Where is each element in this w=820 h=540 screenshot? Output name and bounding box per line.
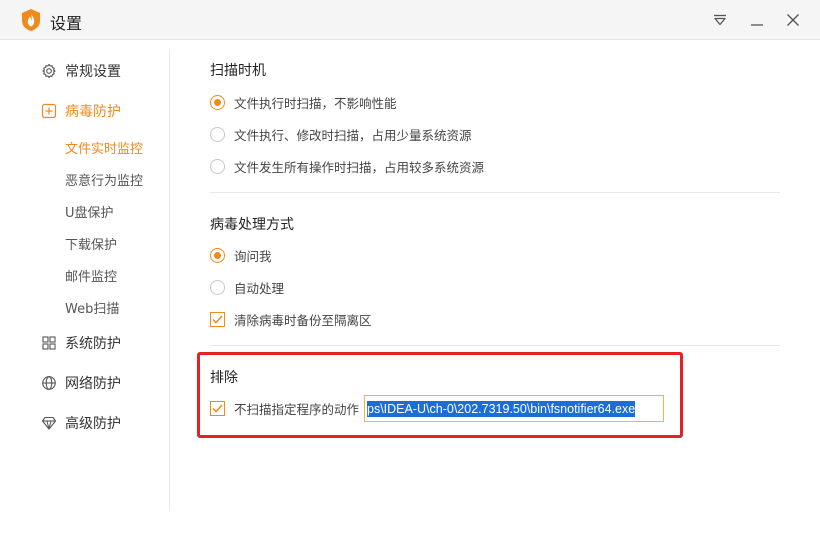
close-button[interactable] xyxy=(781,8,805,32)
radio-button[interactable] xyxy=(210,127,225,142)
radio-button[interactable] xyxy=(210,159,225,174)
settings-panel: 扫描时机 文件执行时扫描，不影响性能 文件执行、修改时扫描，占用少量系统资源 文… xyxy=(170,40,820,540)
checkbox-label: 不扫描指定程序的动作 xyxy=(234,402,360,417)
checkbox-checked[interactable] xyxy=(210,401,225,416)
plus-shield-icon xyxy=(40,102,58,120)
check-icon xyxy=(212,404,223,413)
app-logo-icon xyxy=(22,9,40,31)
radio-button-selected[interactable] xyxy=(210,95,225,110)
sidebar-subitem-usb-protection[interactable]: U盘保护 xyxy=(65,202,114,221)
sidebar-item-system-protection[interactable]: 系统防护 xyxy=(40,331,121,355)
diamond-icon xyxy=(40,414,58,432)
radio-label: 文件发生所有操作时扫描，占用较多系统资源 xyxy=(234,160,485,175)
title-bar: 设置 xyxy=(0,0,820,40)
radio-button[interactable] xyxy=(210,280,225,295)
radio-scan-on-execute[interactable]: 文件执行时扫描，不影响性能 xyxy=(210,93,397,112)
radio-label: 自动处理 xyxy=(234,281,285,296)
sidebar-item-label: 系统防护 xyxy=(65,336,121,352)
radio-label: 询问我 xyxy=(234,249,272,264)
menu-dropdown-button[interactable] xyxy=(708,8,732,32)
sidebar-subitem-web-scan[interactable]: Web扫描 xyxy=(65,298,119,317)
excluded-program-path-input[interactable]: ps\IDEA-U\ch-0\202.7319.50\bin\fsnotifie… xyxy=(364,395,664,422)
section-title-scan-timing: 扫描时机 xyxy=(210,63,266,79)
sidebar-subitem-mail-monitor[interactable]: 邮件监控 xyxy=(65,266,117,285)
checkbox-label: 清除病毒时备份至隔离区 xyxy=(234,313,372,328)
sidebar-item-label: 网络防护 xyxy=(65,376,121,392)
radio-label: 文件执行时扫描，不影响性能 xyxy=(234,96,397,111)
sidebar-subitem-behavior-monitor[interactable]: 恶意行为监控 xyxy=(65,170,143,189)
gear-icon xyxy=(40,62,58,80)
checkbox-backup-to-quarantine[interactable]: 清除病毒时备份至隔离区 xyxy=(210,310,372,329)
radio-scan-on-execute-modify[interactable]: 文件执行、修改时扫描，占用少量系统资源 xyxy=(210,125,472,144)
checkbox-checked[interactable] xyxy=(210,312,225,327)
sidebar-item-virus-protection[interactable]: 病毒防护 xyxy=(40,99,121,123)
sidebar-item-network-protection[interactable]: 网络防护 xyxy=(40,371,121,395)
radio-button-selected[interactable] xyxy=(210,248,225,263)
close-icon xyxy=(787,14,799,26)
dropdown-triangle-icon xyxy=(714,14,726,26)
section-title-virus-handling: 病毒处理方式 xyxy=(210,217,294,233)
section-divider xyxy=(210,192,780,193)
sidebar-item-label: 病毒防护 xyxy=(65,104,121,120)
radio-scan-on-all-operations[interactable]: 文件发生所有操作时扫描，占用较多系统资源 xyxy=(210,157,484,176)
minimize-button[interactable] xyxy=(745,8,769,32)
sidebar: 常规设置 病毒防护 文件实时监控 恶意行为监控 U盘保护 下载保护 邮件监控 W… xyxy=(0,40,170,540)
section-title-exclusion: 排除 xyxy=(210,370,238,386)
sidebar-item-advanced-protection[interactable]: 高级防护 xyxy=(40,411,121,435)
check-icon xyxy=(212,315,223,324)
globe-icon xyxy=(40,374,58,392)
window-title: 设置 xyxy=(50,14,83,33)
minimize-icon xyxy=(751,24,763,26)
sidebar-item-label: 高级防护 xyxy=(65,416,121,432)
section-divider xyxy=(210,345,780,346)
grid-icon xyxy=(40,334,58,352)
checkbox-exclude-program[interactable]: 不扫描指定程序的动作 xyxy=(210,399,359,418)
radio-auto-handle[interactable]: 自动处理 xyxy=(210,278,284,297)
radio-label: 文件执行、修改时扫描，占用少量系统资源 xyxy=(234,128,472,143)
sidebar-subitem-file-monitor[interactable]: 文件实时监控 xyxy=(65,138,143,157)
sidebar-subitem-download-protection[interactable]: 下载保护 xyxy=(65,234,117,253)
sidebar-item-label: 常规设置 xyxy=(65,64,121,80)
selected-path-text: ps\IDEA-U\ch-0\202.7319.50\bin\fsnotifie… xyxy=(367,400,636,417)
sidebar-item-general[interactable]: 常规设置 xyxy=(40,59,121,83)
radio-ask-me[interactable]: 询问我 xyxy=(210,246,272,265)
